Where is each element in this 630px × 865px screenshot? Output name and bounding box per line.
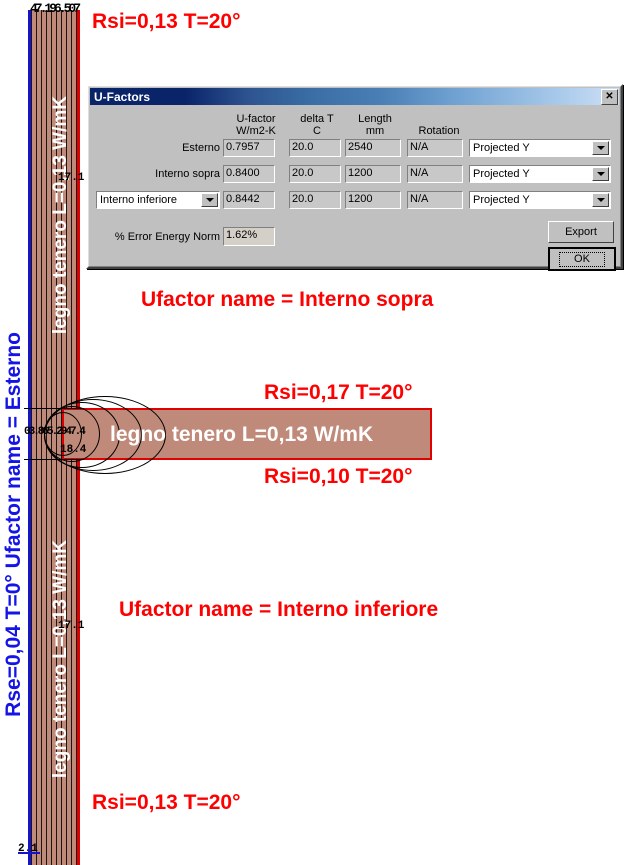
chevron-down-icon[interactable] <box>592 141 609 155</box>
combo-ufactor-name-selector[interactable]: Interno inferiore <box>96 191 220 209</box>
field-length-interno-inferiore: 1200 <box>345 191 401 209</box>
combo-projection-esterno-value: Projected Y <box>473 142 530 154</box>
column-header-deltat-line2: C <box>313 125 321 137</box>
close-icon[interactable]: ✕ <box>601 89 618 105</box>
isotherm-label-mid-lower: 18.4 <box>60 444 87 456</box>
ok-button-label: OK <box>559 251 605 267</box>
isotherm-label-mid-cluster: 03.865.2947.4 <box>24 426 86 438</box>
annotation-ufactor-interno-sopra: Ufactor name = Interno sopra <box>141 288 434 311</box>
column-header-rotation-line1: Rotation <box>418 125 460 137</box>
field-rotation-interno-inferiore: N/A <box>407 191 463 209</box>
column-header-deltat-line1: delta T <box>300 113 334 125</box>
error-energy-norm-label: % Error Energy Norm <box>114 231 220 243</box>
row-label-interno-sopra: Interno sopra <box>155 168 220 180</box>
beam-top-guide-line <box>24 408 84 409</box>
chevron-down-icon[interactable] <box>201 193 218 207</box>
annotation-beam-bottom-rsi: Rsi=0,10 T=20° <box>264 465 413 488</box>
annotation-ufactor-interno-inferiore: Ufactor name = Interno inferiore <box>119 598 439 621</box>
isotherm-label-top-cluster: 47.196.507 <box>30 1 81 16</box>
isotherm-label-upper-wall: 17.1 <box>58 172 85 184</box>
combo-projection-interno-sopra[interactable]: Projected Y <box>469 165 611 183</box>
column-header-deltat: delta T C <box>289 113 345 137</box>
combo-projection-interno-inferiore[interactable]: Projected Y <box>469 191 611 209</box>
ok-button[interactable]: OK <box>548 247 616 271</box>
field-ufactor-esterno: 0.7957 <box>223 139 275 157</box>
wall-material-label-upper: legno tenero L=0,13 W/mK <box>50 96 71 335</box>
isotherm-label-lower-wall: 17.1 <box>58 620 85 632</box>
column-header-ufactor-line2: W/m2-K <box>236 125 276 137</box>
field-length-interno-sopra: 1200 <box>345 165 401 183</box>
combo-projection-esterno[interactable]: Projected Y <box>469 139 611 157</box>
column-header-length-line2: mm <box>365 125 385 137</box>
column-header-length-line1: Length <box>358 113 392 125</box>
beam-material-label: legno tenero L=0,13 W/mK <box>110 423 374 446</box>
combo-projection-interno-sopra-value: Projected Y <box>473 168 530 180</box>
row-label-esterno: Esterno <box>182 142 220 154</box>
annotation-top-rsi: Rsi=0,13 T=20° <box>92 10 241 33</box>
wall-material-label-lower: legno tenero L=0,13 W/mK <box>50 540 71 779</box>
column-header-rotation: Rotation <box>407 125 471 137</box>
dialog-title: U-Factors <box>94 89 151 104</box>
field-length-esterno: 2540 <box>345 139 401 157</box>
column-header-ufactor: U-factor W/m2-K <box>223 113 289 137</box>
column-header-ufactor-line1: U-factor <box>236 113 276 125</box>
export-button[interactable]: Export <box>548 221 614 243</box>
annotation-bottom-rsi: Rsi=0,13 T=20° <box>92 791 241 814</box>
dialog-titlebar[interactable]: U-Factors ✕ <box>90 88 619 105</box>
error-energy-norm-value: 1.62% <box>223 227 275 246</box>
field-rotation-interno-sopra: N/A <box>407 165 463 183</box>
combo-ufactor-name-value: Interno inferiore <box>100 194 178 206</box>
field-deltat-interno-inferiore: 20.0 <box>289 191 341 209</box>
field-deltat-interno-sopra: 20.0 <box>289 165 341 183</box>
field-rotation-esterno: N/A <box>407 139 463 157</box>
field-ufactor-interno-sopra: 0.8400 <box>223 165 275 183</box>
chevron-down-icon[interactable] <box>592 167 609 181</box>
field-deltat-esterno: 20.0 <box>289 139 341 157</box>
exterior-boundary-label: Rse=0,04 T=0° Ufactor name = Esterno <box>2 332 25 717</box>
beam-bottom-guide-line <box>24 459 84 460</box>
u-factors-dialog: U-Factors ✕ U-factor W/m2-K delta T C Le… <box>86 84 623 271</box>
annotation-beam-top-rsi: Rsi=0,17 T=20° <box>264 381 413 404</box>
origin-axis-horizontal <box>18 852 40 854</box>
chevron-down-icon[interactable] <box>592 193 609 207</box>
column-header-length: Length mm <box>345 113 405 137</box>
dialog-body: U-factor W/m2-K delta T C Length mm Rota… <box>90 107 619 271</box>
combo-projection-interno-inferiore-value: Projected Y <box>473 194 530 206</box>
field-ufactor-interno-inferiore: 0.8442 <box>223 191 275 209</box>
